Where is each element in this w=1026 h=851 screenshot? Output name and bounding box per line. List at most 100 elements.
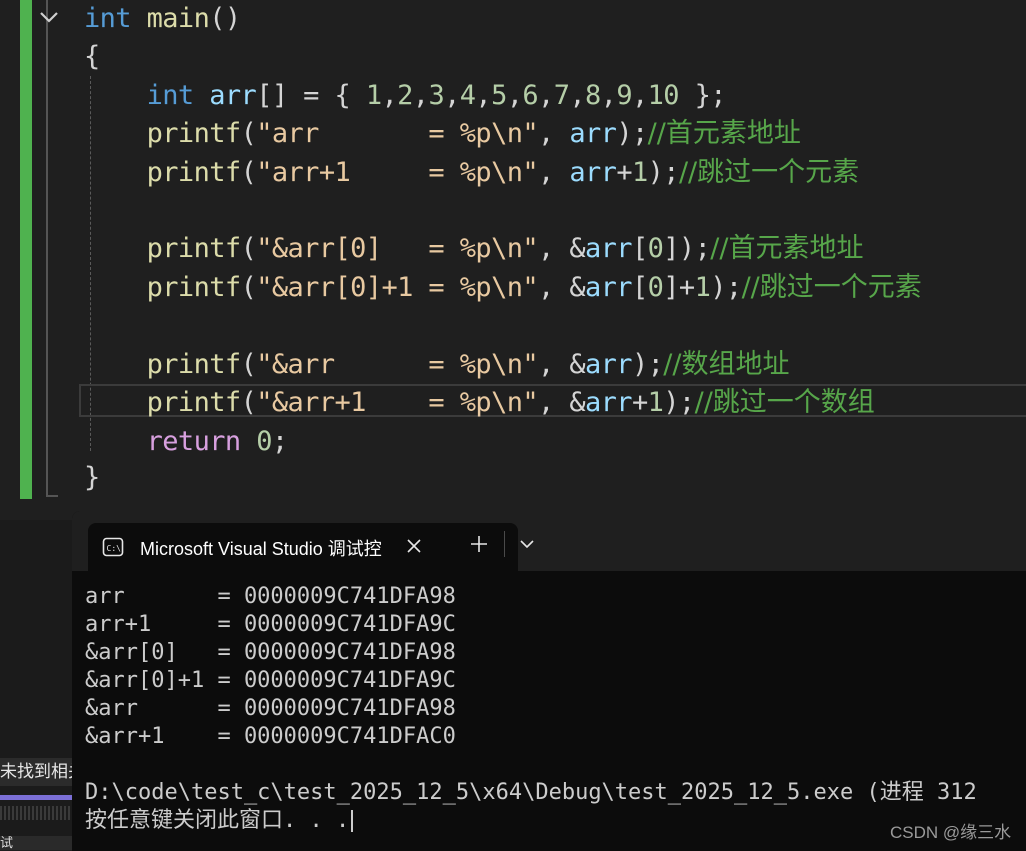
code-token: , — [538, 80, 554, 111]
code-token: 9 — [616, 80, 632, 111]
code-token: arr — [585, 272, 633, 303]
code-token: printf — [146, 233, 242, 264]
code-token: ); — [647, 157, 680, 188]
code-token: , — [631, 80, 648, 111]
code-token: , — [412, 80, 429, 111]
code-token: , & — [538, 233, 586, 264]
code-token: ; — [271, 426, 288, 457]
outline-rule — [46, 0, 48, 497]
code-comment: //跳过一个元素 — [741, 272, 922, 303]
code-line: printf("&arr[0]+1 = %p\n", &arr[0]+1);//… — [84, 271, 922, 305]
code-token: printf — [146, 387, 242, 418]
code-token: , & — [538, 272, 586, 303]
code-token: 4 — [459, 80, 476, 111]
code-line: int main() — [84, 2, 241, 36]
code-token: printf — [146, 157, 242, 188]
code-token: 7 — [553, 80, 570, 111]
watermark-text: CSDN @缘三水 — [890, 823, 1012, 842]
code-token: 5 — [491, 80, 507, 111]
code-line: { — [84, 40, 100, 74]
code-token: "&arr+1 = %p — [256, 387, 492, 418]
code-token: ]); — [663, 233, 711, 264]
code-token: } — [84, 462, 100, 493]
code-token: "&arr = %p — [256, 349, 492, 380]
code-token: \n — [491, 387, 523, 418]
code-token: , — [538, 157, 570, 188]
code-line: printf("&arr = %p\n", &arr);//数组地址 — [84, 348, 790, 382]
code-token: 6 — [522, 80, 539, 111]
code-token: arr — [569, 118, 617, 149]
code-comment: //首元素地址 — [647, 118, 801, 149]
code-token: ( — [240, 349, 257, 380]
code-token: int — [84, 3, 132, 34]
panel-bottom-label: 试 — [0, 836, 72, 850]
code-token: () — [209, 3, 241, 34]
code-token: , — [381, 80, 398, 111]
code-token: arr — [209, 80, 257, 111]
code-token: 1 — [647, 387, 664, 418]
code-token: " — [522, 387, 539, 418]
terminal-tab-bar: C:\ Microsoft Visual Studio 调试控 — [72, 511, 1026, 573]
tab-divider — [504, 531, 505, 557]
text-cursor — [351, 810, 354, 832]
code-token: 0 — [647, 272, 664, 303]
tab-title: Microsoft Visual Studio 调试控 — [140, 539, 382, 559]
code-token: [] = { — [256, 80, 366, 111]
scroll-dots — [0, 806, 72, 820]
chevron-down-icon[interactable] — [36, 4, 62, 30]
code-token: , — [569, 80, 585, 111]
code-line: printf("&arr[0] = %p\n", &arr[0]);//首元素地… — [84, 232, 864, 266]
code-token: int — [146, 80, 195, 111]
code-token: " — [522, 272, 539, 303]
code-token: , — [538, 118, 570, 149]
tab-debug-console[interactable]: C:\ Microsoft Visual Studio 调试控 — [88, 523, 518, 573]
code-token: + — [631, 387, 648, 418]
code-token: printf — [146, 272, 242, 303]
code-comment: //数组地址 — [663, 349, 790, 380]
code-token: , — [444, 80, 460, 111]
plus-icon[interactable] — [468, 533, 490, 555]
console-output-line: D:\code\test_c\test_2025_12_5\x64\Debug\… — [85, 780, 977, 805]
code-token: 1 — [631, 157, 648, 188]
code-token: 8 — [585, 80, 601, 111]
outline-rule-end — [46, 495, 58, 497]
code-token: arr — [585, 387, 633, 418]
code-token: ( — [240, 233, 257, 264]
code-token: + — [616, 157, 632, 188]
code-token: \n — [491, 157, 523, 188]
code-token: ); — [616, 118, 648, 149]
console-icon: C:\ — [102, 537, 124, 557]
code-token: ]+ — [663, 272, 695, 303]
debug-console-window[interactable]: C:\ Microsoft Visual Studio 调试控 arr = 00… — [72, 511, 1026, 851]
code-line: printf("arr+1 = %p\n", arr+1);//跳过一个元素 — [84, 156, 860, 190]
code-line: printf("arr = %p\n", arr);//首元素地址 — [84, 117, 801, 151]
code-token: "arr+1 = %p — [256, 157, 492, 188]
chevron-down-icon[interactable] — [518, 537, 536, 551]
code-line: } — [84, 461, 100, 495]
code-token: 0 — [647, 233, 664, 264]
code-token: , & — [538, 349, 586, 380]
code-line: printf("&arr+1 = %p\n", &arr+1);//跳过一个数组 — [84, 386, 875, 420]
code-token: arr — [569, 157, 617, 188]
code-comment: //首元素地址 — [710, 233, 864, 264]
svg-text:C:\: C:\ — [107, 544, 122, 553]
code-token: main — [146, 3, 210, 34]
code-editor[interactable]: int main(){ int arr[] = { 1,2,3,4,5,6,7,… — [0, 0, 1026, 520]
code-token: " — [522, 233, 539, 264]
code-token: [ — [631, 233, 648, 264]
code-token: arr — [585, 233, 633, 264]
code-token: "&arr[0] = %p — [256, 233, 492, 264]
console-output-line: &arr[0] = 0000009C741DFA98 — [85, 640, 456, 665]
code-token: , — [506, 80, 523, 111]
close-icon[interactable] — [404, 536, 424, 556]
code-token: ( — [240, 387, 257, 418]
code-token: ( — [240, 157, 257, 188]
